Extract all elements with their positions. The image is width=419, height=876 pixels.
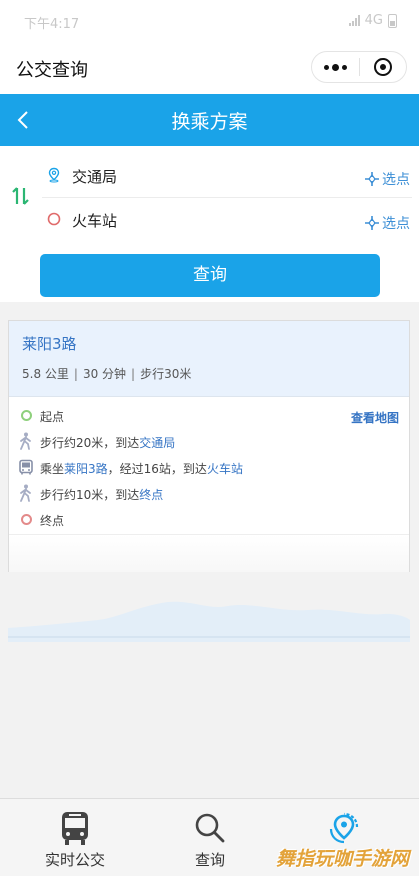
network-type: 4G [364, 13, 383, 28]
step-text: 乘坐莱阳3路，经过16站，到达火车站 [40, 462, 243, 476]
pick-point-button-from[interactable]: 选点 [365, 169, 410, 189]
status-time: 下午4:17 [24, 17, 80, 32]
to-stop-row[interactable]: 火车站 选点 [42, 198, 412, 242]
step-text: 起点 [40, 410, 65, 424]
crosshair-icon [365, 172, 379, 186]
route-summary: 莱阳3路 5.8 公里 | 30 分钟 | 步行30米 [9, 321, 409, 397]
search-panel: 交通局 选点 火车站 选点 查询 [0, 146, 419, 302]
step-text: 步行约10米，到达终点 [40, 488, 164, 502]
status-bar: 下午4:17 4G [0, 0, 419, 42]
card-bottom-fade [9, 534, 409, 572]
pick-point-button-to[interactable]: 选点 [365, 213, 410, 233]
query-button[interactable]: 查询 [40, 254, 380, 297]
tab-query[interactable]: 查询 [140, 799, 280, 876]
crosshair-icon [365, 216, 379, 230]
app-title: 公交查询 [16, 60, 88, 81]
tab-realtime-bus[interactable]: 实时公交 [5, 799, 145, 876]
stop-link[interactable]: 火车站 [207, 462, 243, 476]
meta-separator: | [73, 367, 78, 381]
status-indicators: 4G [348, 13, 397, 28]
stop-link[interactable]: 交通局 [139, 436, 175, 450]
walk-icon [17, 483, 35, 503]
step-text: 步行约20米，到达交通局 [40, 436, 176, 450]
step-start: 起点 [9, 402, 409, 428]
decorative-skyline [8, 601, 410, 642]
app-header: 公交查询 [0, 42, 419, 94]
more-options-icon[interactable] [312, 63, 359, 71]
pick-label: 选点 [382, 216, 410, 232]
to-stop-name: 火车站 [72, 212, 118, 230]
walk-icon [17, 431, 35, 451]
step-walk-1: 步行约20米，到达交通局 [9, 428, 409, 454]
tab-label: 实时公交 [44, 851, 105, 869]
route-name: 莱阳3路 [22, 335, 77, 353]
stop-link[interactable]: 终点 [139, 488, 163, 502]
bus-icon [55, 809, 95, 847]
meta-separator: | [131, 367, 136, 381]
step-text: 终点 [40, 514, 65, 528]
line-link[interactable]: 莱阳3路 [64, 462, 108, 476]
route-walk: 步行30米 [140, 367, 192, 381]
step-end: 终点 [9, 506, 409, 532]
swap-stops-icon[interactable] [11, 184, 31, 208]
page-title: 换乘方案 [171, 111, 248, 133]
from-stop-name: 交通局 [72, 168, 118, 186]
start-dot-icon [17, 405, 35, 425]
location-refresh-icon [324, 809, 364, 847]
route-duration: 30 分钟 [82, 367, 127, 381]
step-bus: 乘坐莱阳3路，经过16站，到达火车站 [9, 454, 409, 480]
from-stop-row[interactable]: 交通局 选点 [42, 154, 412, 198]
destination-circle-icon [46, 211, 62, 227]
battery-icon [388, 13, 397, 28]
route-distance: 5.8 公里 [22, 367, 69, 381]
end-dot-icon [17, 509, 35, 529]
nav-bar: 换乘方案 [0, 94, 419, 146]
search-icon [190, 809, 230, 847]
location-pin-icon [46, 167, 62, 183]
tab-label: 查询 [194, 851, 225, 869]
route-card[interactable]: 莱阳3路 5.8 公里 | 30 分钟 | 步行30米 查看地图 起点 步行约20米，到… [8, 320, 410, 572]
watermark: 舞指玩咖手游网 [275, 848, 409, 870]
route-meta: 5.8 公里 | 30 分钟 | 步行30米 [22, 365, 191, 382]
capsule-menu [311, 51, 407, 83]
signal-icon [348, 15, 360, 26]
pick-label: 选点 [382, 172, 410, 188]
step-walk-2: 步行约10米，到达终点 [9, 480, 409, 506]
bus-icon [17, 457, 35, 477]
close-miniprogram-icon[interactable] [360, 58, 407, 76]
